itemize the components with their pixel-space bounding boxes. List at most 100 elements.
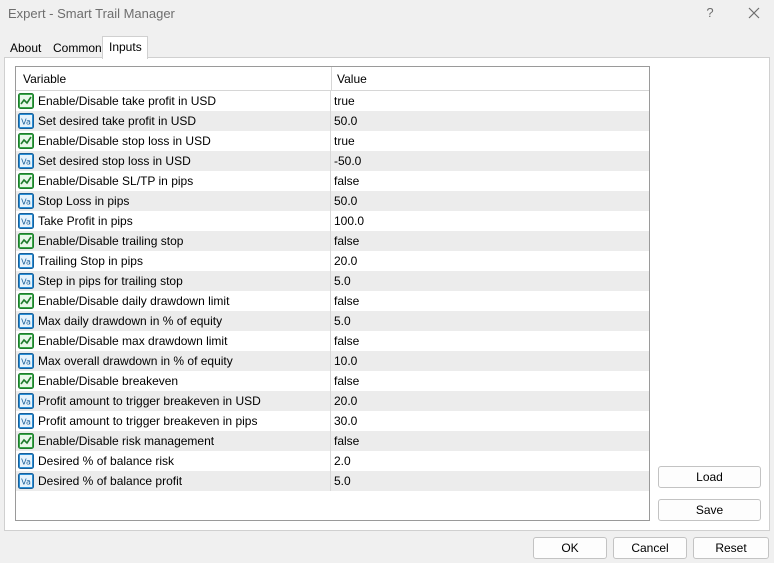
value-cell[interactable]: 100.0 [334, 214, 364, 228]
variable-cell[interactable]: Va Stop Loss in pips [16, 191, 331, 211]
table-row[interactable]: Va Max overall drawdown in % of equity 10.… [16, 351, 649, 371]
reset-button[interactable]: Reset [693, 537, 769, 559]
bool-icon [18, 373, 34, 389]
variable-label: Trailing Stop in pips [38, 254, 143, 268]
save-button[interactable]: Save [658, 499, 761, 521]
variable-label: Profit amount to trigger breakeven in pi… [38, 414, 258, 428]
table-row[interactable]: Enable/Disable max drawdown limit false [16, 331, 649, 351]
variable-cell[interactable]: Va Desired % of balance risk [16, 451, 331, 471]
grid-header: Variable Value [16, 67, 649, 91]
variable-cell[interactable]: Enable/Disable stop loss in USD [16, 131, 331, 151]
table-row[interactable]: Va Set desired stop loss in USD -50.0 [16, 151, 649, 171]
value-cell[interactable]: 30.0 [334, 414, 357, 428]
value-cell[interactable]: false [334, 294, 359, 308]
column-divider[interactable] [331, 67, 332, 91]
svg-text:Va: Va [21, 398, 31, 407]
column-header-variable[interactable]: Variable [23, 72, 66, 86]
value-cell[interactable]: 20.0 [334, 394, 357, 408]
variable-cell[interactable]: Enable/Disable risk management [16, 431, 331, 451]
tab-common[interactable]: Common [47, 39, 102, 58]
bool-icon [18, 293, 34, 309]
bool-icon [18, 333, 34, 349]
variable-cell[interactable]: Va Trailing Stop in pips [16, 251, 331, 271]
variable-cell[interactable]: Enable/Disable SL/TP in pips [16, 171, 331, 191]
value-cell[interactable]: true [334, 94, 355, 108]
variable-label: Set desired take profit in USD [38, 114, 197, 128]
variable-label: Enable/Disable max drawdown limit [38, 334, 228, 348]
svg-text:Va: Va [21, 478, 31, 487]
load-button[interactable]: Load [658, 466, 761, 488]
variable-label: Enable/Disable daily drawdown limit [38, 294, 230, 308]
variable-cell[interactable]: Enable/Disable take profit in USD [16, 91, 331, 111]
table-row[interactable]: Va Stop Loss in pips 50.0 [16, 191, 649, 211]
value-cell[interactable]: false [334, 334, 359, 348]
cancel-button[interactable]: Cancel [613, 537, 687, 559]
value-icon: Va [18, 273, 34, 289]
title-bar: Expert - Smart Trail Manager ? [0, 0, 774, 30]
value-cell[interactable]: 5.0 [334, 274, 351, 288]
svg-text:Va: Va [21, 258, 31, 267]
value-icon: Va [18, 353, 34, 369]
table-row[interactable]: Enable/Disable stop loss in USD true [16, 131, 649, 151]
table-row[interactable]: Va Desired % of balance profit 5.0 [16, 471, 649, 491]
bool-icon [18, 173, 34, 189]
table-row[interactable]: Enable/Disable trailing stop false [16, 231, 649, 251]
variable-cell[interactable]: Va Take Profit in pips [16, 211, 331, 231]
variable-cell[interactable]: Va Profit amount to trigger breakeven in … [16, 411, 331, 431]
table-row[interactable]: Va Desired % of balance risk 2.0 [16, 451, 649, 471]
table-row[interactable]: Va Take Profit in pips 100.0 [16, 211, 649, 231]
variable-cell[interactable]: Va Step in pips for trailing stop [16, 271, 331, 291]
value-cell[interactable]: true [334, 134, 355, 148]
table-row[interactable]: Va Set desired take profit in USD 50.0 [16, 111, 649, 131]
variable-cell[interactable]: Va Profit amount to trigger breakeven in … [16, 391, 331, 411]
table-row[interactable]: Enable/Disable SL/TP in pips false [16, 171, 649, 191]
table-row[interactable]: Va Step in pips for trailing stop 5.0 [16, 271, 649, 291]
bool-icon [18, 133, 34, 149]
variable-cell[interactable]: Enable/Disable max drawdown limit [16, 331, 331, 351]
ok-button[interactable]: OK [533, 537, 607, 559]
value-cell[interactable]: false [334, 434, 359, 448]
table-row[interactable]: Enable/Disable take profit in USD true [16, 91, 649, 111]
variable-cell[interactable]: Enable/Disable breakeven [16, 371, 331, 391]
variable-cell[interactable]: Va Max daily drawdown in % of equity [16, 311, 331, 331]
variable-cell[interactable]: Va Set desired stop loss in USD [16, 151, 331, 171]
svg-text:Va: Va [21, 358, 31, 367]
variable-label: Stop Loss in pips [38, 194, 130, 208]
svg-text:Va: Va [21, 458, 31, 467]
table-row[interactable]: Va Profit amount to trigger breakeven in … [16, 391, 649, 411]
help-icon[interactable]: ? [703, 5, 717, 20]
value-cell[interactable]: 50.0 [334, 194, 357, 208]
table-row[interactable]: Enable/Disable risk management false [16, 431, 649, 451]
variable-cell[interactable]: Va Max overall drawdown in % of equity [16, 351, 331, 371]
svg-text:Va: Va [21, 158, 31, 167]
table-row[interactable]: Enable/Disable daily drawdown limit false [16, 291, 649, 311]
value-icon: Va [18, 213, 34, 229]
value-cell[interactable]: 10.0 [334, 354, 357, 368]
tab-inputs[interactable]: Inputs [102, 36, 148, 59]
variable-label: Set desired stop loss in USD [38, 154, 191, 168]
variable-cell[interactable]: Enable/Disable trailing stop [16, 231, 331, 251]
table-row[interactable]: Enable/Disable breakeven false [16, 371, 649, 391]
value-cell[interactable]: 50.0 [334, 114, 357, 128]
variable-label: Enable/Disable breakeven [38, 374, 179, 388]
value-cell[interactable]: 5.0 [334, 314, 351, 328]
value-cell[interactable]: 5.0 [334, 474, 351, 488]
variable-cell[interactable]: Va Desired % of balance profit [16, 471, 331, 491]
value-cell[interactable]: false [334, 174, 359, 188]
variable-label: Profit amount to trigger breakeven in US… [38, 394, 261, 408]
close-icon[interactable] [746, 5, 762, 21]
table-row[interactable]: Va Trailing Stop in pips 20.0 [16, 251, 649, 271]
value-cell[interactable]: false [334, 374, 359, 388]
variable-cell[interactable]: Va Set desired take profit in USD [16, 111, 331, 131]
table-row[interactable]: Va Profit amount to trigger breakeven in … [16, 411, 649, 431]
value-icon: Va [18, 313, 34, 329]
variable-cell[interactable]: Enable/Disable daily drawdown limit [16, 291, 331, 311]
value-cell[interactable]: 20.0 [334, 254, 357, 268]
column-header-value[interactable]: Value [337, 72, 367, 86]
window-title: Expert - Smart Trail Manager [8, 6, 175, 21]
value-cell[interactable]: 2.0 [334, 454, 351, 468]
value-cell[interactable]: false [334, 234, 359, 248]
tab-about[interactable]: About [4, 39, 47, 58]
value-cell[interactable]: -50.0 [334, 154, 361, 168]
table-row[interactable]: Va Max daily drawdown in % of equity 5.0 [16, 311, 649, 331]
